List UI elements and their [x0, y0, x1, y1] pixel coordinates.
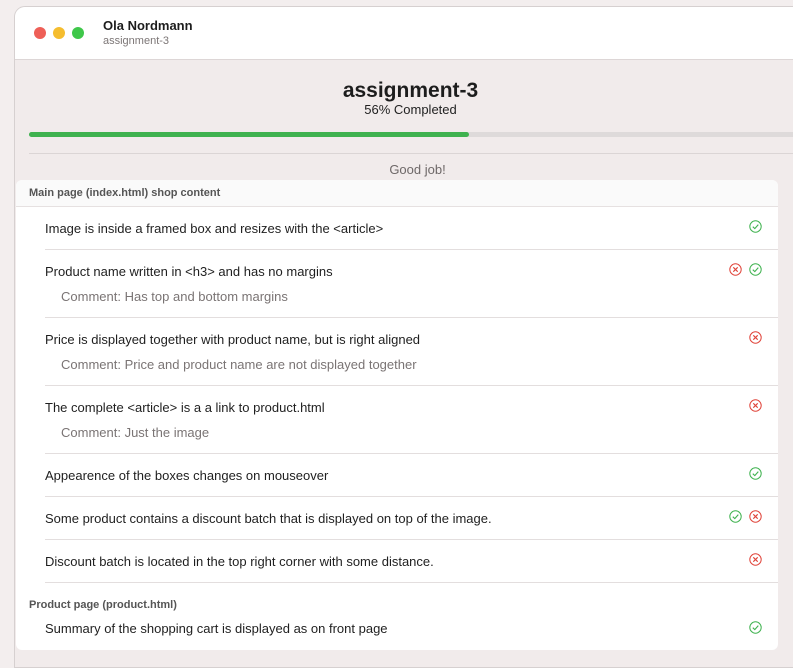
cross-icon[interactable]: [749, 553, 762, 566]
feedback-text: Good job!: [389, 162, 446, 177]
progress-bar-fill: [29, 132, 470, 137]
minimize-window-button[interactable]: [53, 27, 65, 39]
progress-bar: [29, 132, 793, 137]
check-icon[interactable]: [729, 510, 742, 523]
zoom-window-button[interactable]: [72, 27, 84, 39]
cross-icon[interactable]: [749, 331, 762, 344]
criterion-row[interactable]: Discount batch is located in the top rig…: [16, 540, 778, 583]
check-icon[interactable]: [749, 621, 762, 634]
cross-icon[interactable]: [749, 510, 762, 523]
criterion-comment: Comment: Just the image: [61, 425, 210, 440]
progress-text: 56% Completed: [364, 102, 457, 117]
user-name: Ola Nordmann: [103, 18, 193, 33]
criterion-text: Appearence of the boxes changes on mouse…: [45, 468, 329, 483]
section-header: Product page (product.html): [16, 595, 778, 615]
cross-icon[interactable]: [729, 263, 742, 276]
check-icon[interactable]: [749, 467, 762, 480]
criterion-row[interactable]: Appearence of the boxes changes on mouse…: [16, 454, 778, 497]
cross-icon[interactable]: [749, 399, 762, 412]
criterion-text: Price is displayed together with product…: [45, 332, 421, 347]
section-header: Main page (index.html) shop content: [16, 180, 778, 206]
check-icon[interactable]: [749, 263, 762, 276]
criterion-text: Summary of the shopping cart is displaye…: [45, 621, 388, 636]
divider: [29, 153, 793, 154]
page-title: assignment-3: [342, 79, 479, 102]
criterion-text: Discount batch is located in the top rig…: [45, 554, 434, 569]
criterion-row[interactable]: Product name written in <h3> and has no …: [16, 250, 778, 318]
criterion-row[interactable]: Summary of the shopping cart is displaye…: [16, 615, 778, 649]
criterion-text: Product name written in <h3> and has no …: [45, 264, 333, 279]
criterion-text: The complete <article> is a a link to pr…: [45, 400, 325, 415]
close-window-button[interactable]: [34, 27, 46, 39]
title-bar: Ola Nordmann assignment-3: [15, 7, 793, 60]
criterion-text: Image is inside a framed box and resizes…: [45, 221, 384, 236]
assignment-subtitle: assignment-3: [103, 35, 170, 47]
check-icon[interactable]: [749, 220, 762, 233]
criterion-row[interactable]: The complete <article> is a a link to pr…: [16, 386, 778, 454]
criterion-row[interactable]: Image is inside a framed box and resizes…: [16, 207, 778, 250]
criterion-comment: Comment: Has top and bottom margins: [61, 289, 288, 304]
criterion-text: Some product contains a discount batch t…: [45, 511, 492, 526]
criterion-row[interactable]: Some product contains a discount batch t…: [16, 497, 778, 540]
criterion-comment: Comment: Price and product name are not …: [61, 357, 417, 372]
criteria-list: Main page (index.html) shop content Image…: [16, 180, 778, 650]
criterion-row[interactable]: Price is displayed together with product…: [16, 318, 778, 386]
